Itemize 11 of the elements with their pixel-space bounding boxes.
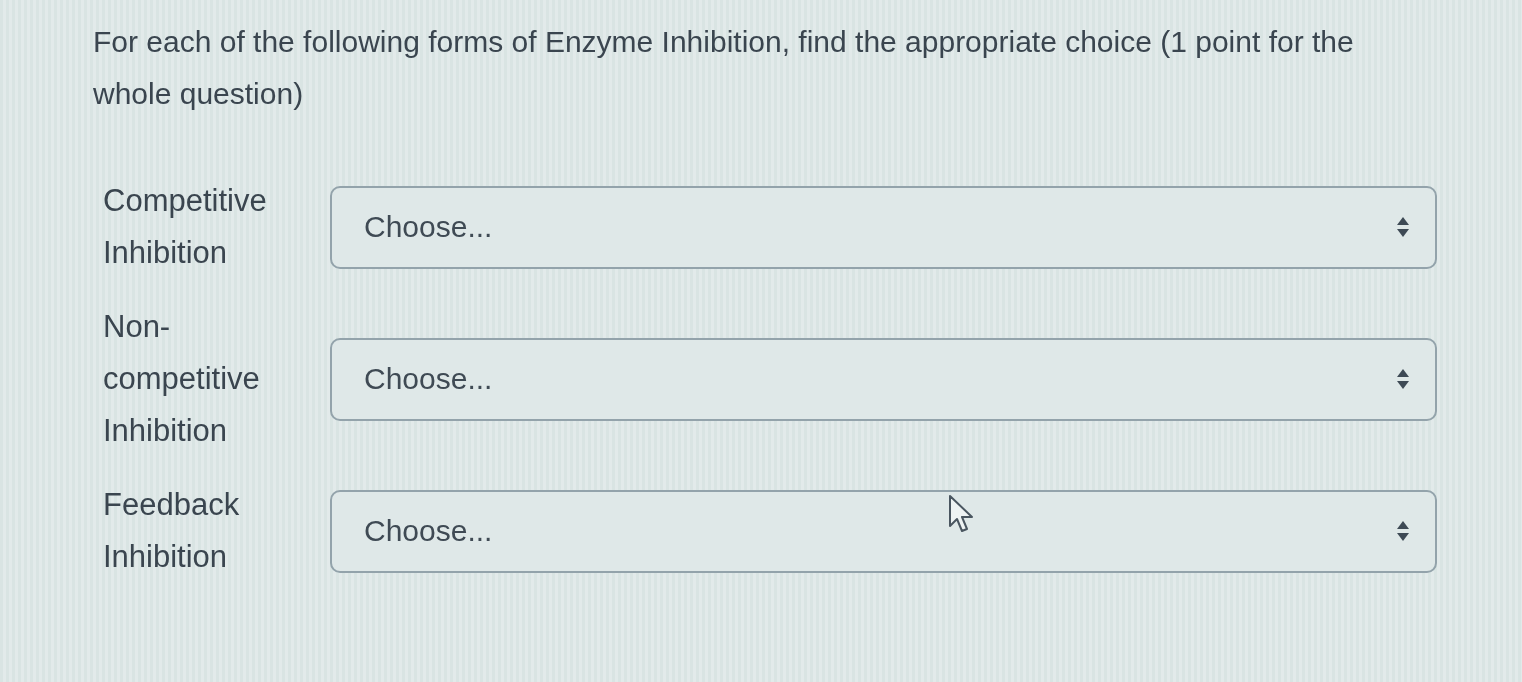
item-label: Non-competitive Inhibition — [103, 308, 261, 450]
cursor-icon — [948, 494, 976, 534]
updown-icon — [1397, 369, 1409, 389]
select-field[interactable]: Choose... — [330, 337, 1437, 421]
select-field[interactable]: Choose... — [330, 185, 1437, 269]
updown-icon — [1397, 521, 1409, 541]
select-field[interactable]: Choose... — [330, 489, 1437, 573]
updown-icon — [1397, 217, 1409, 237]
question-text: For each of the following forms of Enzyme Inhibition, find the appropriate choice (1 point for the whole question) — [93, 24, 1355, 112]
item-label: Competitive Inhibition — [103, 182, 268, 272]
item-label: Feedback Inhibition — [103, 486, 241, 576]
